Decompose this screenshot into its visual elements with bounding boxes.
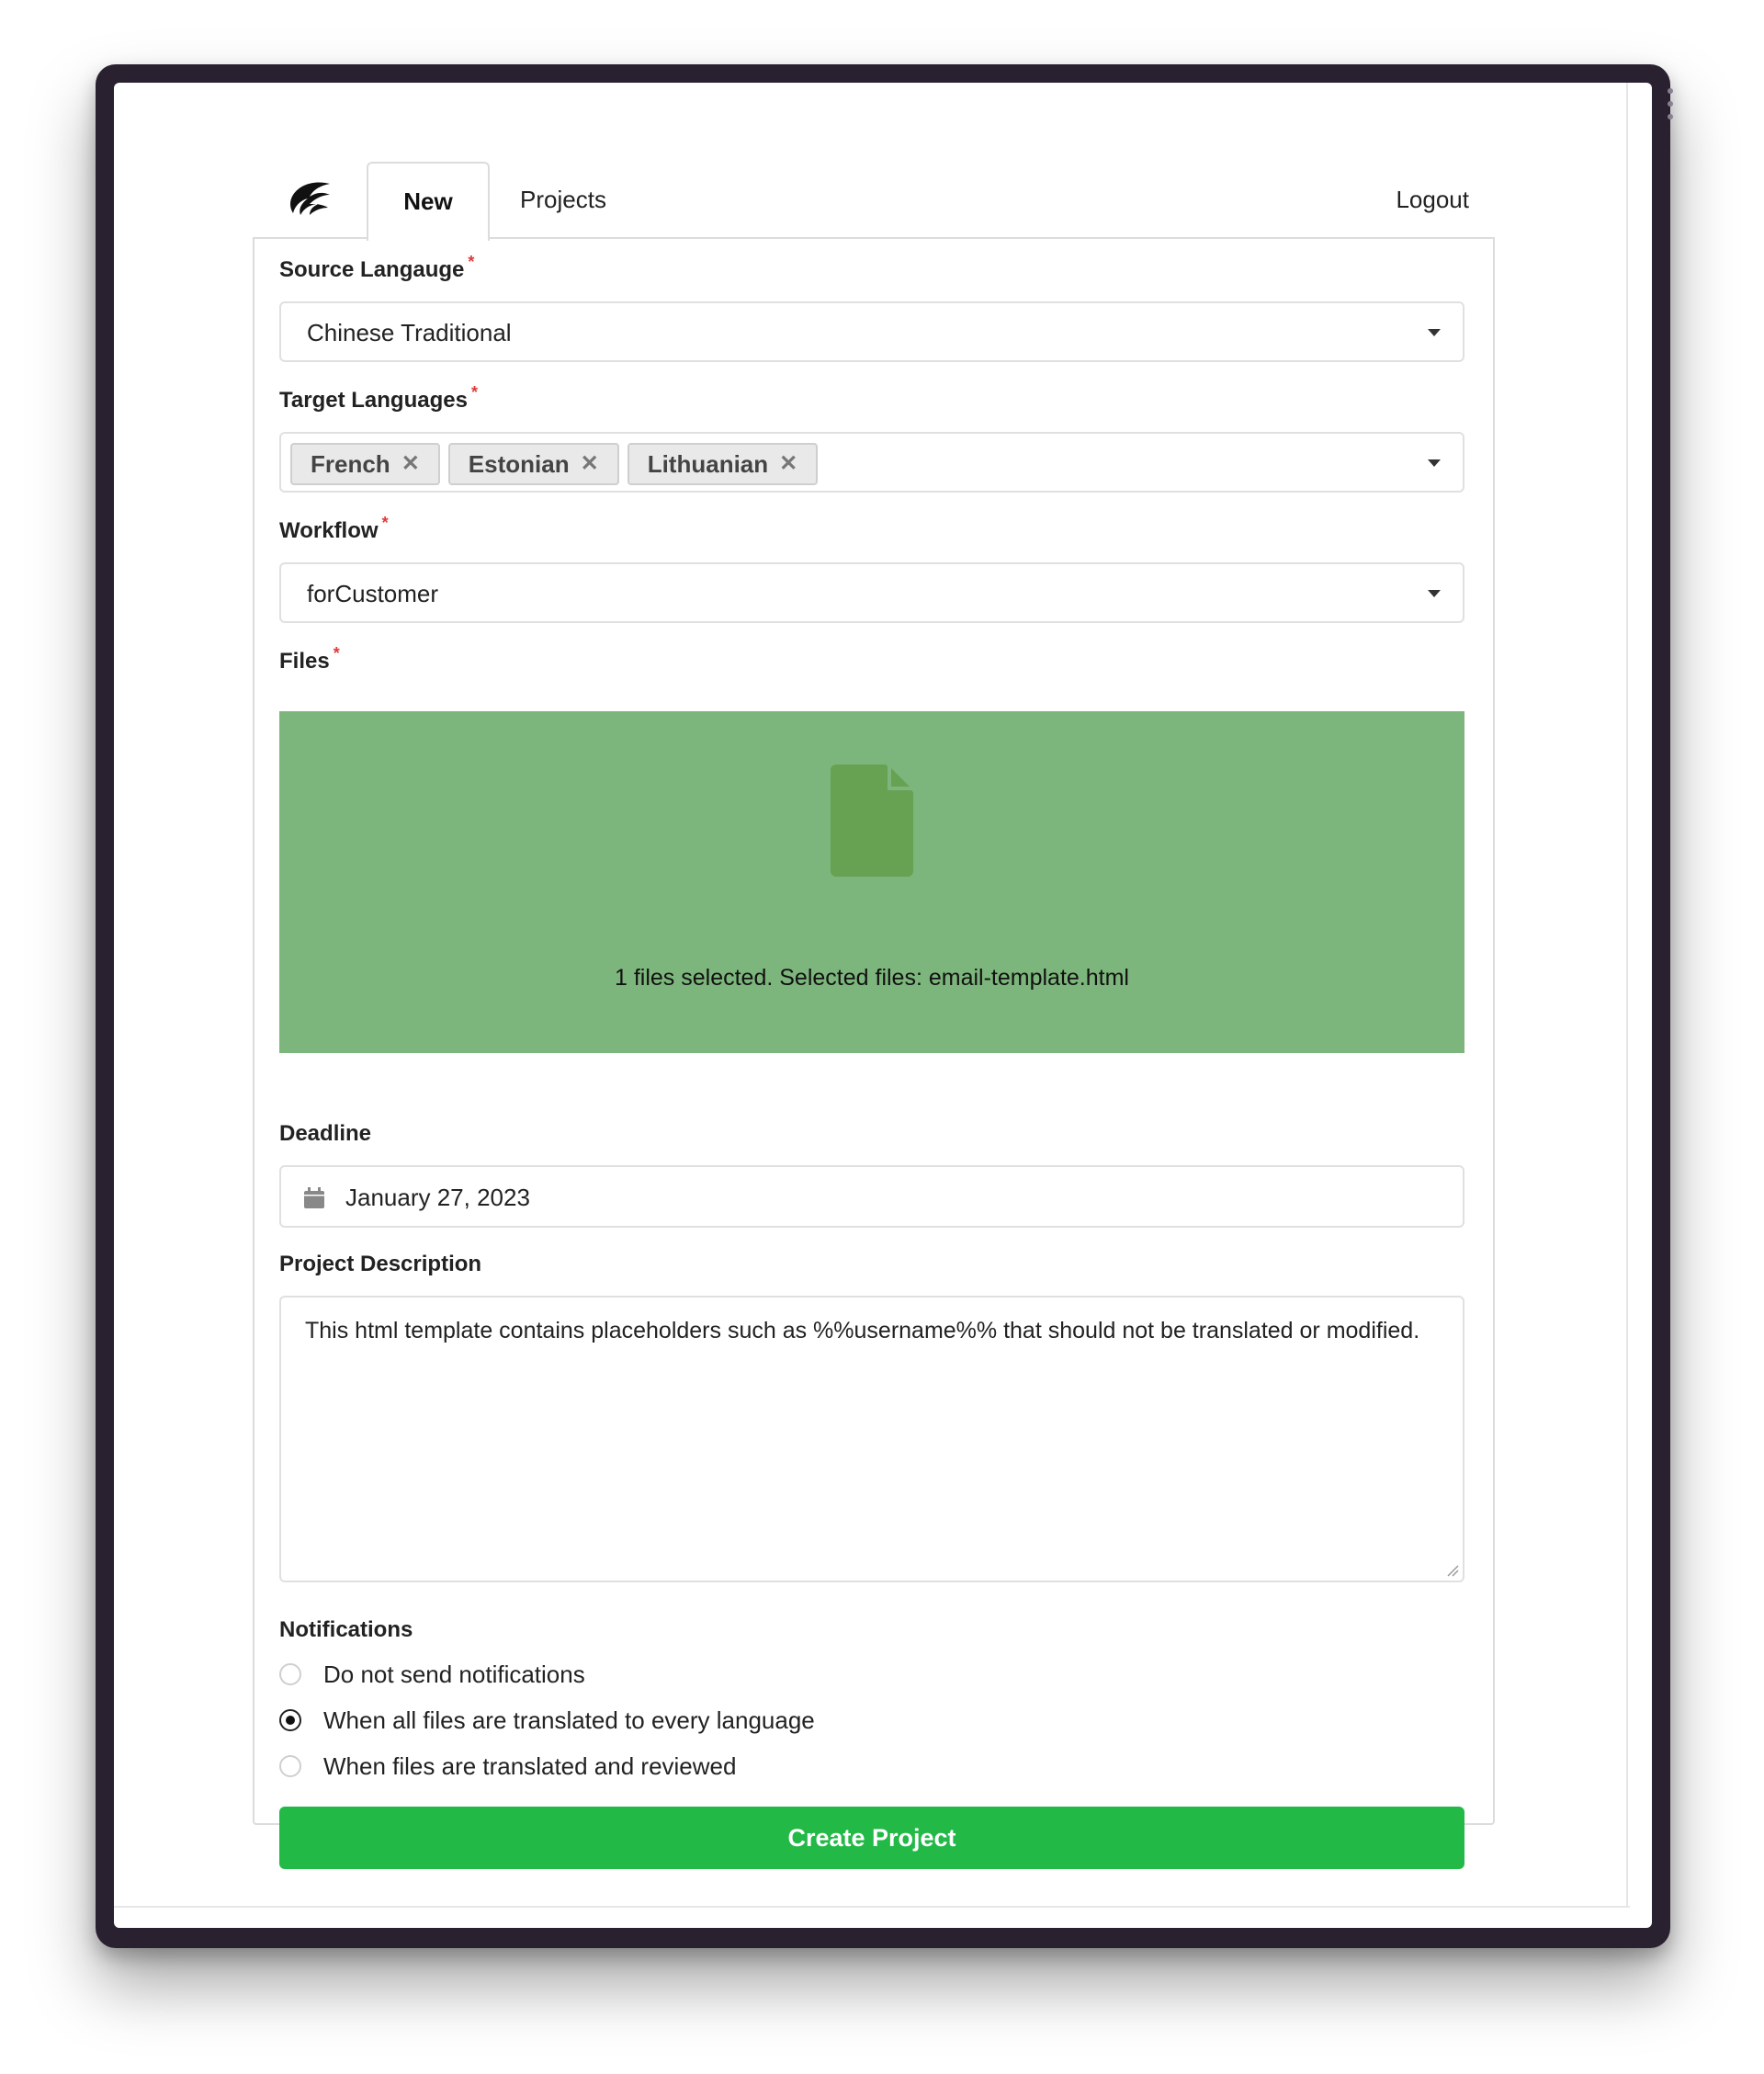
file-dropzone[interactable]: 1 files selected. Selected files: email-… — [279, 711, 1464, 1053]
tab-projects[interactable]: Projects — [499, 162, 628, 237]
files-selected-status: 1 files selected. Selected files: email-… — [615, 965, 1129, 991]
notification-option-label: When all files are translated to every l… — [323, 1706, 815, 1734]
notification-option[interactable]: Do not send notifications — [279, 1656, 585, 1693]
workflow-select[interactable]: forCustomer — [279, 562, 1464, 623]
notification-option[interactable]: When all files are translated to every l… — [279, 1702, 815, 1739]
project-description-label: Project Description — [279, 1252, 482, 1276]
files-label-text: Files — [279, 649, 330, 674]
top-nav: New Projects Logout — [253, 162, 1495, 241]
notification-option[interactable]: When files are translated and reviewed — [279, 1748, 736, 1785]
remove-chip-icon[interactable]: ✕ — [581, 445, 599, 483]
viewport-divider-bottom — [114, 1906, 1630, 1908]
tab-new[interactable]: New — [367, 162, 490, 241]
remove-chip-icon[interactable]: ✕ — [401, 445, 420, 483]
language-chip: Lithuanian ✕ — [627, 443, 819, 485]
notifications-label: Notifications — [279, 1617, 413, 1642]
resize-grip-icon[interactable] — [1446, 1564, 1459, 1577]
workflow-label-text: Workflow — [279, 518, 379, 543]
chevron-down-icon — [1428, 590, 1441, 597]
source-language-label: Source Langauge * — [279, 253, 474, 283]
source-language-label-text: Source Langauge — [279, 257, 465, 282]
source-language-value: Chinese Traditional — [307, 319, 512, 346]
window-resize-handle[interactable] — [1667, 88, 1674, 119]
source-language-select[interactable]: Chinese Traditional — [279, 301, 1464, 362]
language-chip: Estonian ✕ — [447, 443, 619, 485]
radio-button[interactable] — [279, 1755, 301, 1777]
files-label: Files * — [279, 644, 340, 674]
new-project-form: Source Langauge * Chinese Traditional Tar… — [253, 237, 1495, 1869]
chip-label: Estonian — [468, 450, 570, 478]
swift-bird-logo-icon[interactable] — [288, 180, 332, 221]
deadline-date-input[interactable]: January 27, 2023 — [279, 1165, 1464, 1228]
required-marker: * — [381, 514, 389, 532]
target-languages-label: Target Languages * — [279, 383, 478, 414]
deadline-label: Deadline — [279, 1121, 372, 1146]
language-chip: French ✕ — [290, 443, 440, 485]
radio-button[interactable] — [279, 1663, 301, 1685]
app-window: New Projects Logout Source Langauge * Chi… — [96, 64, 1673, 1948]
deadline-value: January 27, 2023 — [345, 1184, 530, 1211]
workflow-value: forCustomer — [307, 580, 439, 607]
target-languages-multiselect[interactable]: French ✕ Estonian ✕ Lithuanian ✕ — [279, 432, 1464, 493]
chip-label: French — [311, 450, 390, 478]
notification-option-label: When files are translated and reviewed — [323, 1751, 737, 1780]
notification-option-label: Do not send notifications — [323, 1660, 585, 1688]
calendar-icon — [304, 1187, 324, 1208]
logout-link[interactable]: Logout — [1396, 162, 1469, 237]
viewport-divider — [1626, 83, 1628, 1907]
browser-viewport: New Projects Logout Source Langauge * Chi… — [114, 83, 1652, 1928]
target-languages-label-text: Target Languages — [279, 388, 468, 413]
required-marker: * — [468, 253, 475, 271]
required-marker: * — [333, 644, 340, 663]
project-description-value: This html template contains placeholders… — [305, 1318, 1420, 1343]
workflow-label: Workflow * — [279, 514, 389, 544]
radio-button-selected[interactable] — [279, 1709, 301, 1731]
create-project-button[interactable]: Create Project — [279, 1807, 1464, 1869]
required-marker: * — [470, 383, 478, 402]
selected-language-chips: French ✕ Estonian ✕ Lithuanian ✕ — [290, 443, 819, 485]
project-description-textarea[interactable]: This html template contains placeholders… — [279, 1296, 1464, 1582]
file-icon — [831, 765, 913, 877]
chevron-down-icon — [1428, 329, 1441, 336]
remove-chip-icon[interactable]: ✕ — [779, 445, 797, 483]
chip-label: Lithuanian — [647, 450, 769, 478]
chevron-down-icon — [1428, 459, 1441, 467]
